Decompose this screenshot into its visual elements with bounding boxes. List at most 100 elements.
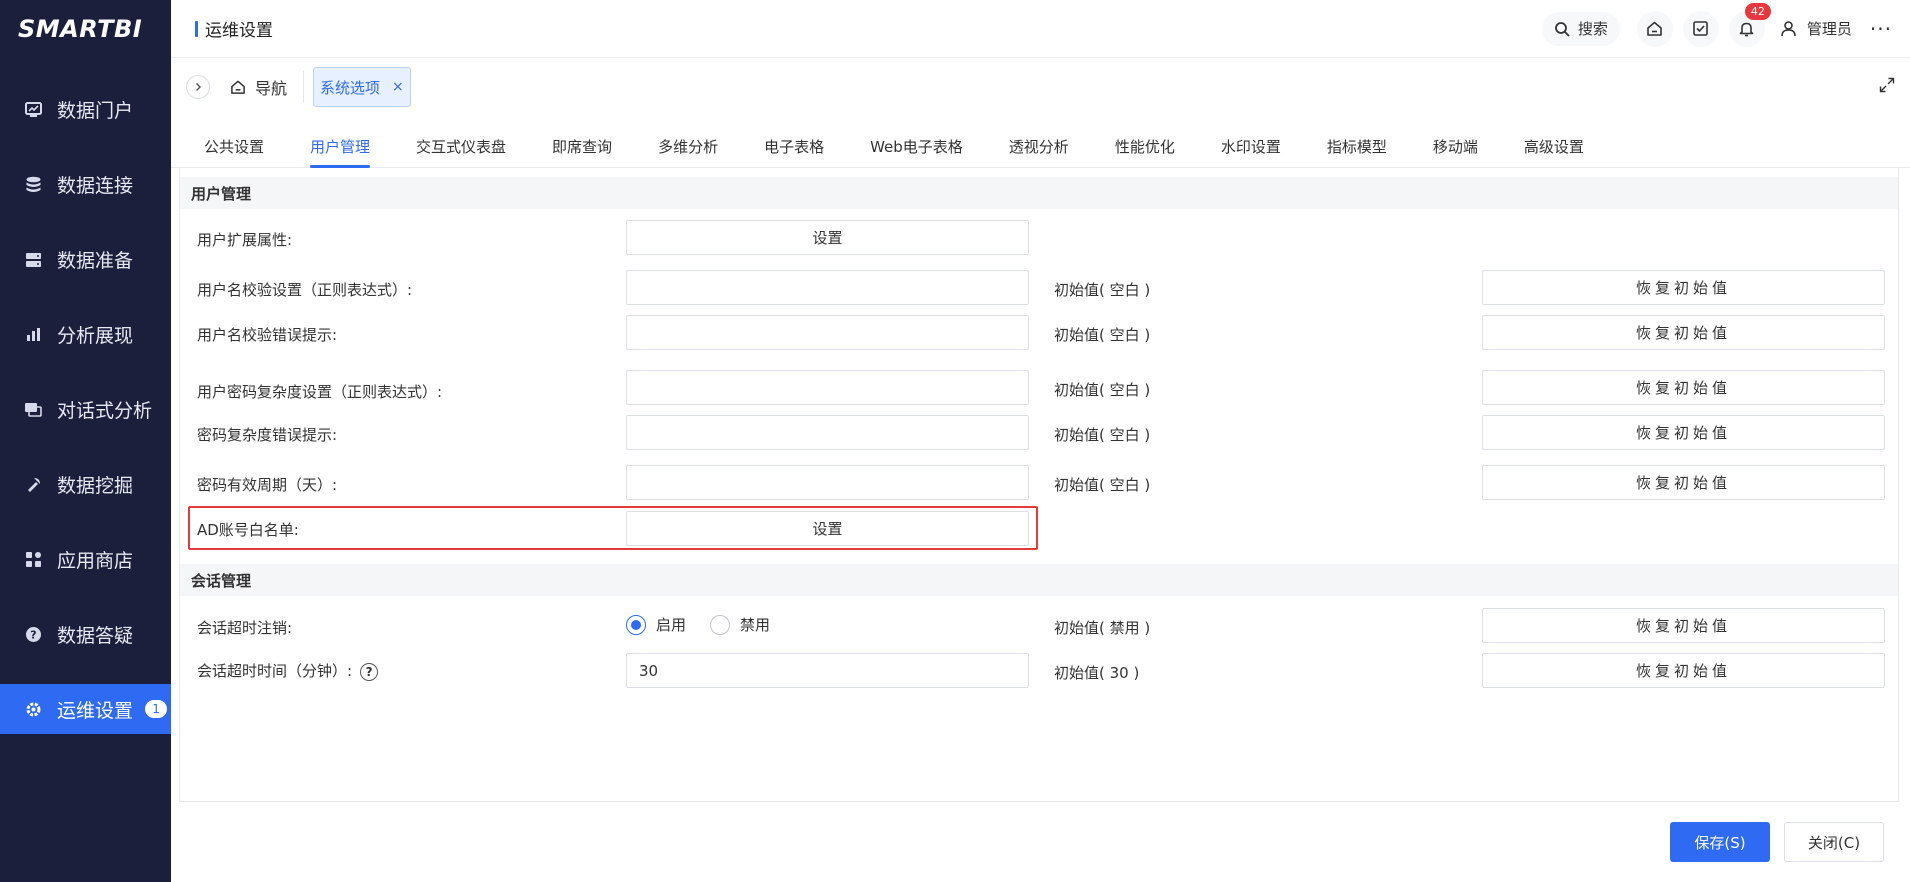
ad-whitelist-settings-button[interactable]: 设置 (626, 511, 1029, 546)
username-regex-input[interactable] (626, 270, 1029, 305)
settings-panel: 用户管理 用户扩展属性: 设置 用户名校验设置（正则表达式）: 初始值( 空白 … (179, 168, 1899, 802)
tab-mobile[interactable]: 移动端 (1433, 136, 1478, 167)
sidebar: SMARTBI 数据门户 数据连接 数据准备 分析展现 对话式分析 数据挖掘 应… (0, 0, 171, 882)
help-icon[interactable]: ? (360, 662, 379, 681)
sidebar-item-mining[interactable]: 数据挖掘 (0, 447, 171, 522)
grid-icon (24, 551, 42, 569)
sidebar-nav: 数据门户 数据连接 数据准备 分析展现 对话式分析 数据挖掘 应用商店 ? 数据 (0, 72, 171, 734)
sidebar-item-portal[interactable]: 数据门户 (0, 72, 171, 147)
sidebar-item-label: 运维设置 (57, 699, 134, 722)
password-expiry-initial: 初始值( 空白 ) (1054, 476, 1151, 494)
search-button[interactable]: 搜索 (1541, 11, 1620, 46)
collapse-button[interactable] (186, 75, 210, 99)
username-regex-initial: 初始值( 空白 ) (1054, 281, 1151, 299)
home-button[interactable] (1636, 10, 1673, 47)
password-regex-reset-button[interactable]: 恢复初始值 (1482, 370, 1885, 405)
username-error-input[interactable] (626, 315, 1029, 350)
username-error-label: 用户名校验错误提示: (197, 326, 338, 344)
nav-tab-label: 导航 (255, 79, 288, 98)
tab-advanced[interactable]: 高级设置 (1524, 136, 1584, 167)
save-button[interactable]: 保存(S) (1670, 822, 1770, 862)
tab-common[interactable]: 公共设置 (204, 136, 264, 167)
radio-dot (710, 614, 731, 635)
session-timeout-minutes-reset-button[interactable]: 恢复初始值 (1482, 653, 1885, 688)
username-regex-label: 用户名校验设置（正则表达式）: (197, 281, 413, 299)
question-icon: ? (24, 626, 42, 644)
session-timeout-radio-group: 启用 禁用 (626, 614, 794, 635)
tab-olap[interactable]: 多维分析 (658, 136, 718, 167)
tab-performance[interactable]: 性能优化 (1115, 136, 1175, 167)
radio-disable-label: 禁用 (740, 616, 771, 634)
settings-tabs: 公共设置 用户管理 交互式仪表盘 即席查询 多维分析 电子表格 Web电子表格 … (171, 116, 1910, 168)
tab-pivot[interactable]: 透视分析 (1009, 136, 1069, 167)
tasks-button[interactable] (1682, 10, 1719, 47)
home-icon (1647, 21, 1663, 36)
radio-dot (626, 614, 646, 635)
session-timeout-minutes-input[interactable]: 30 (626, 653, 1029, 688)
sidebar-item-label: 数据门户 (57, 100, 134, 122)
tab-web-spreadsheet[interactable]: Web电子表格 (870, 136, 963, 167)
top-header: 运维设置 搜索 42 管理员 ··· (171, 0, 1910, 58)
radio-disable[interactable]: 禁用 (710, 614, 770, 635)
username-regex-reset-button[interactable]: 恢复初始值 (1482, 270, 1885, 305)
sidebar-item-appstore[interactable]: 应用商店 (0, 522, 171, 597)
radio-enable[interactable]: 启用 (626, 614, 686, 635)
search-icon (1554, 21, 1570, 37)
tab-watermark[interactable]: 水印设置 (1221, 136, 1281, 167)
notification-badge: 42 (1744, 2, 1771, 20)
sidebar-item-analysis[interactable]: 分析展现 (0, 297, 171, 372)
session-timeout-minutes-label: 会话超时时间（分钟）: (197, 662, 353, 680)
ext-attr-settings-button[interactable]: 设置 (626, 220, 1029, 255)
username-error-reset-button[interactable]: 恢复初始值 (1482, 315, 1885, 350)
chat-icon (24, 401, 42, 419)
bell-icon (1740, 22, 1754, 37)
close-icon[interactable]: × (392, 79, 404, 95)
tab-adhoc-query[interactable]: 即席查询 (552, 136, 612, 167)
sidebar-item-conversation[interactable]: 对话式分析 (0, 372, 171, 447)
tab-metric-model[interactable]: 指标模型 (1327, 136, 1387, 167)
tab-spreadsheet[interactable]: 电子表格 (764, 136, 824, 167)
sidebar-item-preparation[interactable]: 数据准备 (0, 222, 171, 297)
section-user-management: 用户管理 (180, 177, 1898, 209)
password-expiry-input[interactable] (626, 465, 1029, 500)
server-icon (24, 251, 42, 269)
password-regex-initial: 初始值( 空白 ) (1054, 381, 1151, 399)
notifications-button[interactable]: 42 (1728, 2, 1771, 47)
tab-dashboard[interactable]: 交互式仪表盘 (416, 136, 506, 167)
sidebar-item-label: 应用商店 (57, 550, 134, 572)
password-expiry-reset-button[interactable]: 恢复初始值 (1482, 465, 1885, 500)
sidebar-item-label: 数据连接 (57, 175, 134, 197)
password-expiry-label: 密码有效周期（天）: (197, 476, 338, 494)
open-tab-system-options[interactable]: 系统选项 × (313, 67, 411, 107)
fullscreen-button[interactable] (1879, 77, 1895, 97)
user-menu[interactable]: 管理员 (1780, 18, 1852, 39)
home-icon (231, 80, 245, 94)
password-error-initial: 初始值( 空白 ) (1054, 426, 1151, 444)
radio-enable-label: 启用 (656, 616, 687, 634)
open-tab-label: 系统选项 (320, 78, 381, 97)
password-error-label: 密码复杂度错误提示: (197, 426, 338, 444)
more-icon[interactable]: ··· (1870, 17, 1892, 41)
search-label: 搜索 (1577, 20, 1608, 38)
title-accent-bar (195, 20, 198, 37)
password-error-input[interactable] (626, 415, 1029, 450)
user-icon (1781, 21, 1796, 37)
sidebar-item-connection[interactable]: 数据连接 (0, 147, 171, 222)
session-timeout-logout-label: 会话超时注销: (197, 619, 293, 637)
checklist-icon (1693, 21, 1709, 36)
ext-attr-label: 用户扩展属性: (197, 231, 293, 249)
database-icon (24, 176, 42, 194)
password-error-reset-button[interactable]: 恢复初始值 (1482, 415, 1885, 450)
session-timeout-logout-initial: 初始值( 禁用 ) (1054, 619, 1151, 637)
sidebar-item-ops-settings[interactable]: 运维设置 1 (0, 684, 171, 734)
close-button[interactable]: 关闭(C) (1784, 822, 1884, 862)
pickaxe-icon (24, 476, 42, 494)
app-logo: SMARTBI (18, 15, 143, 43)
tab-user-management[interactable]: 用户管理 (310, 136, 371, 168)
password-regex-input[interactable] (626, 370, 1029, 405)
sidebar-item-label: 数据挖掘 (57, 475, 134, 497)
session-timeout-logout-reset-button[interactable]: 恢复初始值 (1482, 608, 1885, 643)
session-timeout-minutes-label-wrap: 会话超时时间（分钟）:? (197, 660, 379, 681)
sidebar-item-qa[interactable]: ? 数据答疑 (0, 597, 171, 672)
nav-tab[interactable]: 导航 (230, 75, 287, 99)
